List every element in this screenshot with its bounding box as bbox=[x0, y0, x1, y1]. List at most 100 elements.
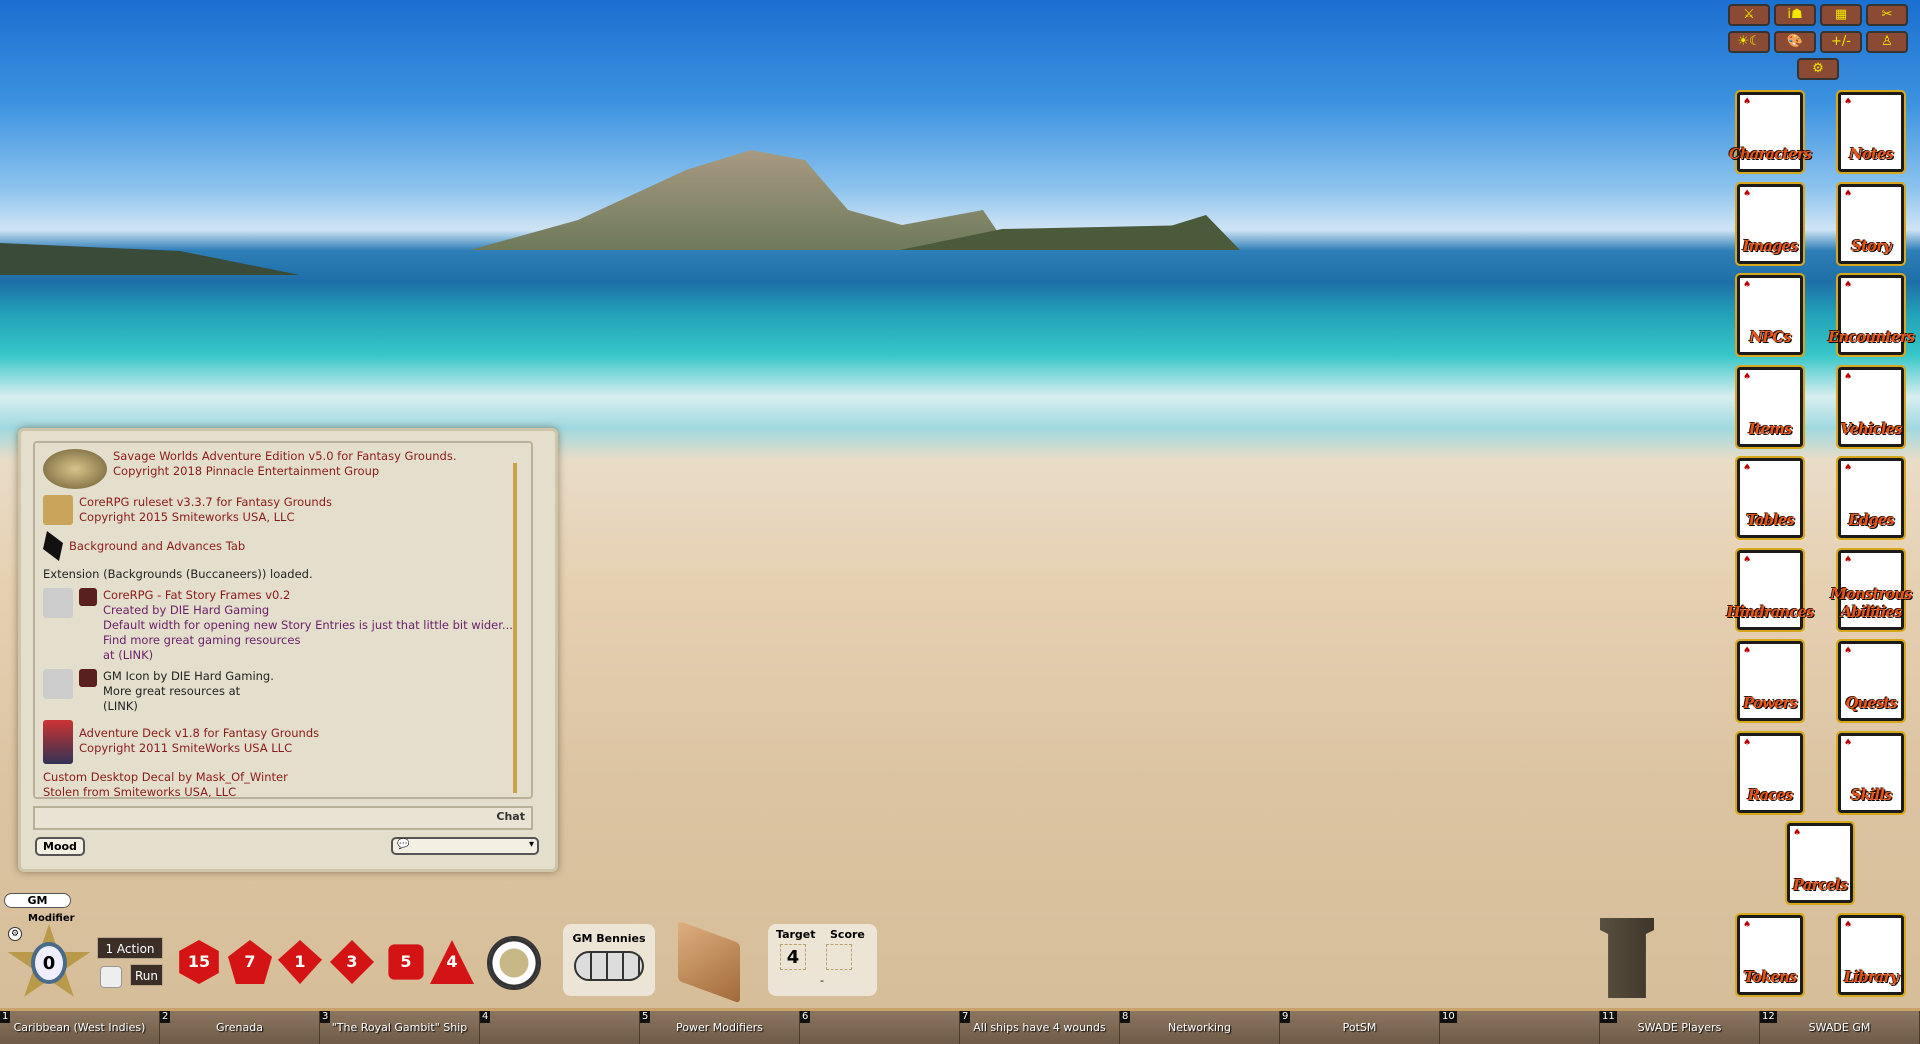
hotbar-slot-label: Caribbean (West Indies) bbox=[13, 1021, 146, 1034]
chat-line: More great resources at bbox=[103, 684, 241, 698]
chat-log[interactable]: Savage Worlds Adventure Edition v5.0 for… bbox=[33, 441, 533, 799]
benny-chip[interactable] bbox=[487, 936, 541, 990]
sidebar-item-encounters[interactable]: ♠ Encounters bbox=[1828, 273, 1915, 357]
wild-die-icon[interactable] bbox=[100, 966, 122, 988]
card-pip-icon: ♠ bbox=[1743, 554, 1752, 565]
hotbar-slot-9[interactable]: 9 PotSM bbox=[1280, 1011, 1440, 1044]
hotbar-slot-4[interactable]: 4 bbox=[480, 1011, 640, 1044]
sidebar-item-npcs[interactable]: ♠ NPCs bbox=[1735, 273, 1805, 357]
d20-die[interactable]: 15 bbox=[179, 940, 219, 984]
hotbar-slot-number: 7 bbox=[960, 1011, 971, 1023]
chat-line: Find more great gaming resources bbox=[103, 633, 301, 647]
options-button[interactable]: ✂ bbox=[1866, 4, 1908, 26]
card-shoe[interactable] bbox=[678, 920, 740, 1004]
gm-bennies-panel[interactable]: GM Bennies bbox=[563, 924, 655, 996]
chat-send-button[interactable]: Chat bbox=[496, 810, 525, 823]
sidebar-item-label: NPCs bbox=[1749, 328, 1791, 346]
chat-line[interactable]: (LINK) bbox=[103, 699, 274, 714]
sidebar-item-label: Characters bbox=[1728, 145, 1812, 163]
chat-line: GM Icon by DIE Hard Gaming. bbox=[103, 669, 274, 683]
sidebar-item-story[interactable]: ♠ Story bbox=[1836, 181, 1906, 266]
chat-line: Created by DIE Hard Gaming bbox=[103, 603, 270, 617]
card-pip-icon: ♠ bbox=[1844, 646, 1853, 656]
sidebar-item-tokens[interactable]: ♠ Tokens bbox=[1735, 913, 1805, 997]
modifier-value[interactable]: 0 bbox=[31, 942, 67, 984]
sidebar-item-hindrances[interactable]: ♠ Hindrances bbox=[1727, 547, 1814, 632]
gm-identity[interactable]: GM bbox=[4, 893, 71, 908]
party-sheet-icon: i☗ bbox=[1787, 7, 1803, 22]
dice-tower[interactable] bbox=[1600, 918, 1654, 998]
chat-message: Background and Advances Tab bbox=[69, 539, 246, 553]
hotbar-slot-11[interactable]: 11 SWADE Players bbox=[1600, 1011, 1760, 1044]
corerpg-icon bbox=[43, 495, 73, 525]
sidebar-item-vehicles[interactable]: ♠ Vehicles bbox=[1836, 364, 1906, 449]
sidebar-item-tables[interactable]: ♠ Tables bbox=[1735, 456, 1805, 540]
hotbar-slot-5[interactable]: 5 Power Modifiers bbox=[640, 1011, 800, 1044]
card-pip-icon: ♠ bbox=[1844, 188, 1853, 199]
score-label: Score bbox=[830, 928, 865, 941]
modifier-settings-icon[interactable]: ⚙ bbox=[8, 927, 22, 941]
hotbar-slot-12[interactable]: 12 SWADE GM bbox=[1760, 1011, 1920, 1044]
card-pip-icon: ♠ bbox=[1844, 463, 1853, 473]
hotbar-slot-label: Power Modifiers bbox=[676, 1021, 763, 1034]
modifier-label: Modifier bbox=[28, 913, 75, 924]
chat-window: Savage Worlds Adventure Edition v5.0 for… bbox=[18, 428, 558, 872]
hotbar-slot-2[interactable]: 2 Grenada bbox=[160, 1011, 320, 1044]
chat-input[interactable]: Chat bbox=[33, 806, 533, 830]
lighting-button[interactable]: ☀☾ bbox=[1728, 31, 1770, 53]
party-sheet-button[interactable]: i☗ bbox=[1774, 4, 1816, 26]
sidebar-item-skills[interactable]: ♠ Skills bbox=[1836, 730, 1906, 815]
effects-button[interactable]: ♙ bbox=[1866, 31, 1908, 53]
sidebar-item-label: Vehicles bbox=[1840, 419, 1902, 438]
hotbar-slot-label: All ships have 4 wounds bbox=[973, 1021, 1106, 1034]
calendar-button[interactable]: ▦ bbox=[1820, 4, 1862, 26]
die-logo-icon bbox=[43, 588, 73, 618]
sidebar-item-label: Images bbox=[1742, 236, 1798, 255]
sidebar-item-notes[interactable]: ♠ Notes bbox=[1836, 90, 1906, 174]
sidebar-item-label: Story bbox=[1851, 236, 1891, 255]
background-island bbox=[470, 150, 1010, 250]
colors-button[interactable]: 🎨 bbox=[1774, 31, 1816, 53]
action-button[interactable]: 1 Action bbox=[97, 937, 163, 959]
gm-icon bbox=[79, 588, 97, 606]
sidebar-item-characters[interactable]: ♠ Characters bbox=[1729, 90, 1812, 174]
settings-button[interactable]: ⚙ bbox=[1797, 58, 1839, 80]
hotbar-slot-7[interactable]: 7 All ships have 4 wounds bbox=[960, 1011, 1120, 1044]
d4-die[interactable]: 4 bbox=[430, 940, 474, 984]
hotbar-slot-3[interactable]: 3 "The Royal Gambit" Ship bbox=[320, 1011, 480, 1044]
hotbar-slot-1[interactable]: 1 Caribbean (West Indies) bbox=[0, 1011, 160, 1044]
card-pip-icon: ♠ bbox=[1743, 97, 1752, 107]
sidebar-item-monstrous-abilities[interactable]: ♠ Monstrous Abilities bbox=[1830, 547, 1913, 632]
sidebar-item-items[interactable]: ♠ Items bbox=[1735, 364, 1805, 449]
hotbar-slot-10[interactable]: 10 bbox=[1440, 1011, 1600, 1044]
chat-message: Custom Desktop Decal by Mask_Of_Winter bbox=[43, 770, 288, 784]
sidebar-item-races[interactable]: ♠ Races bbox=[1735, 730, 1805, 815]
combat-tracker-icon: ⚔ bbox=[1743, 7, 1755, 22]
card-pip-icon: ♠ bbox=[1743, 737, 1752, 748]
hotbar-slot-number: 8 bbox=[1120, 1011, 1131, 1023]
d10-die[interactable]: 1 bbox=[278, 940, 322, 984]
mood-button[interactable]: Mood bbox=[35, 837, 85, 856]
d12-die[interactable]: 7 bbox=[228, 940, 272, 984]
chat-scrollbar[interactable] bbox=[513, 463, 517, 793]
run-button[interactable]: Run bbox=[130, 964, 163, 986]
chat-line[interactable]: at (LINK) bbox=[103, 648, 513, 663]
adventure-deck-icon bbox=[43, 720, 73, 764]
sidebar-item-library[interactable]: ♠ Library bbox=[1836, 913, 1906, 997]
hotbar-slot-6[interactable]: 6 bbox=[800, 1011, 960, 1044]
sidebar-item-quests[interactable]: ♠ Quests bbox=[1836, 639, 1906, 723]
sidebar-item-images[interactable]: ♠ Images bbox=[1735, 181, 1805, 266]
d6-die[interactable]: 5 bbox=[388, 944, 424, 980]
modifiers-button[interactable]: +/- bbox=[1820, 31, 1862, 53]
d8-die[interactable]: 3 bbox=[330, 940, 374, 984]
sidebar-item-label: Skills bbox=[1850, 785, 1893, 804]
sidebar-item-edges[interactable]: ♠ Edges bbox=[1836, 456, 1906, 540]
hotbar-slot-8[interactable]: 8 Networking bbox=[1120, 1011, 1280, 1044]
sidebar-item-powers[interactable]: ♠ Powers bbox=[1735, 639, 1805, 723]
calendar-icon: ▦ bbox=[1834, 7, 1848, 22]
benny-stack[interactable] bbox=[574, 951, 644, 981]
chat-mode-dropdown[interactable]: 💬 ▾ bbox=[391, 837, 539, 855]
sidebar-item-parcels[interactable]: ♠ Parcels bbox=[1785, 821, 1855, 905]
target-value[interactable]: 4 bbox=[780, 944, 806, 970]
combat-tracker-button[interactable]: ⚔ bbox=[1728, 4, 1770, 26]
